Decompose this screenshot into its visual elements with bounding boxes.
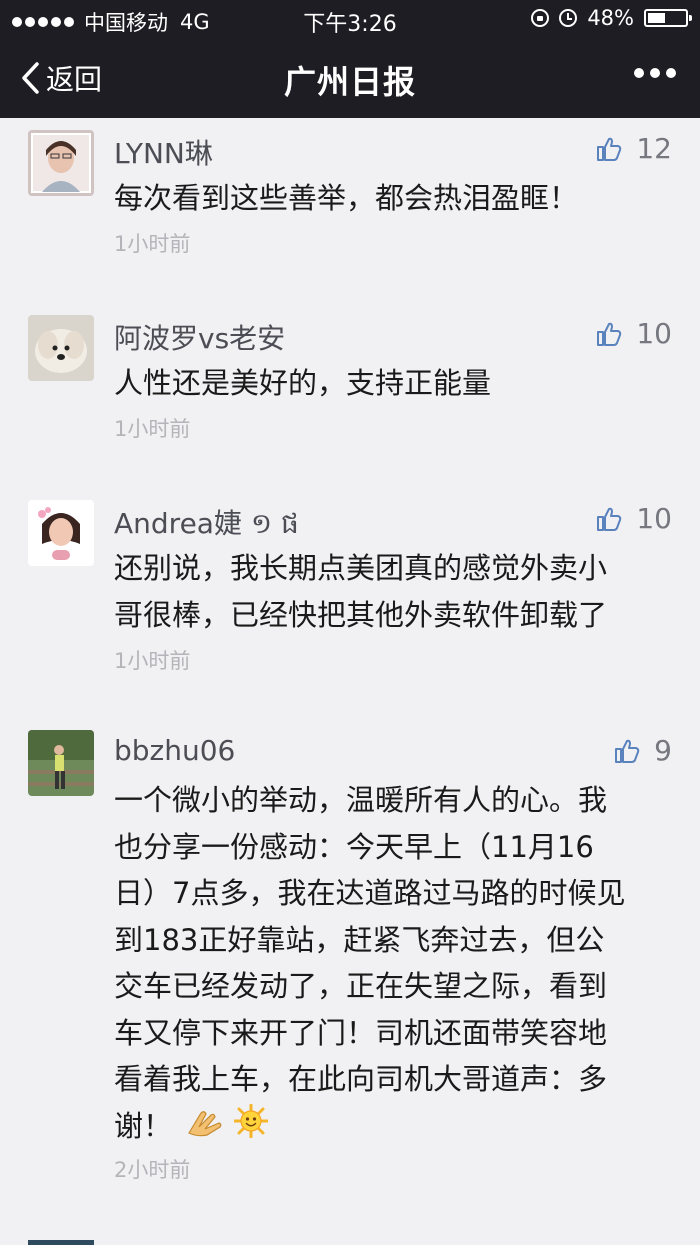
comment-item: bbzhu06 9 一个微小的举动，温暖所有人的心。我 也分享一份感动：今天早上… <box>0 720 700 1245</box>
avatar[interactable] <box>28 730 94 796</box>
thumbs-up-icon <box>597 137 622 161</box>
like-button[interactable]: 12 <box>596 132 672 165</box>
clap-emoji-icon <box>187 1104 223 1151</box>
lock-rotation-icon <box>531 9 550 27</box>
comment-author[interactable]: Andrea婕 ១ ផ <box>114 502 299 547</box>
comment-text-line: 看着我上车，在此向司机大哥道声：多 <box>114 1062 608 1096</box>
sun-emoji-icon <box>233 1103 269 1152</box>
like-button[interactable]: 10 <box>596 317 672 350</box>
comment-time: 1小时前 <box>114 417 191 441</box>
comment-text-line: 也分享一份感动：今天早上（11月16 <box>114 829 594 864</box>
like-count: 12 <box>636 132 672 165</box>
avatar[interactable] <box>28 130 94 196</box>
comment-text-line: 谢！ <box>114 1108 173 1143</box>
comment-text: 还别说，我长期点美团真的感觉外卖小 哥很棒，已经快把其他外卖软件卸载了 <box>114 545 670 638</box>
comment-text-line: 一个微小的举动，温暖所有人的心。我 <box>114 783 608 817</box>
next-avatar-edge <box>28 1240 94 1245</box>
comment-time: 1小时前 <box>114 232 191 256</box>
thumbs-up-icon <box>597 322 622 346</box>
comment-author[interactable]: bbzhu06 <box>114 734 235 767</box>
more-icon <box>634 68 644 78</box>
comment-text-line-last: 谢！ <box>114 1103 670 1152</box>
thumbs-up-icon <box>615 739 640 763</box>
nav-bar: 返回 广州日报 <box>0 38 700 118</box>
more-button[interactable] <box>634 68 676 78</box>
like-count: 10 <box>636 502 672 535</box>
comment-text-line: 车又停下来开了门！司机还面带笑容地 <box>114 1015 608 1050</box>
comment-text-line: 还别说，我长期点美团真的感觉外卖小 <box>114 551 608 585</box>
comment-text-line: 交车已经发动了，正在失望之际，看到 <box>114 969 608 1003</box>
alarm-icon <box>559 9 578 27</box>
thumbs-up-icon <box>597 507 622 531</box>
comment-item: 阿波罗vs老安 10 人性还是美好的，支持正能量 1小时前 <box>0 303 700 488</box>
comment-text: 一个微小的举动，温暖所有人的心。我 也分享一份感动：今天早上（11月16 日）7… <box>114 777 670 1151</box>
avatar[interactable] <box>28 500 94 566</box>
comment-time: 2小时前 <box>114 1158 191 1182</box>
comment-text-line: 到183正好靠站，赶紧飞奔过去，但公 <box>114 922 605 957</box>
like-button[interactable]: 9 <box>614 734 672 767</box>
comment-author[interactable]: LYNN琳 <box>114 132 213 172</box>
comment-text: 人性还是美好的，支持正能量 <box>114 366 492 400</box>
comment-text: 每次看到这些善举，都会热泪盈眶！ <box>114 181 579 215</box>
comment-text-line: 哥很棒，已经快把其他外卖软件卸载了 <box>114 597 608 632</box>
comment-item: LYNN琳 12 每次看到这些善举，都会热泪盈眶！ 1小时前 <box>0 118 700 303</box>
comment-item: Andrea婕 ១ ផ 10 还别说，我长期点美团真的感觉外卖小 哥很棒，已经快… <box>0 488 700 720</box>
avatar[interactable] <box>28 315 94 381</box>
like-count: 9 <box>654 734 672 767</box>
like-count: 10 <box>636 317 672 350</box>
comment-author[interactable]: 阿波罗vs老安 <box>114 317 285 357</box>
page-title: 广州日报 <box>283 63 416 101</box>
comment-time: 1小时前 <box>114 649 191 673</box>
like-button[interactable]: 10 <box>596 502 672 535</box>
status-bar: 中国移动 4G 下午3:26 48% <box>0 0 700 38</box>
battery-percent: 48% <box>587 6 634 30</box>
battery-icon <box>644 9 692 27</box>
comment-text-line: 日）7点多，我在达道路过马路的时候见 <box>114 876 626 910</box>
